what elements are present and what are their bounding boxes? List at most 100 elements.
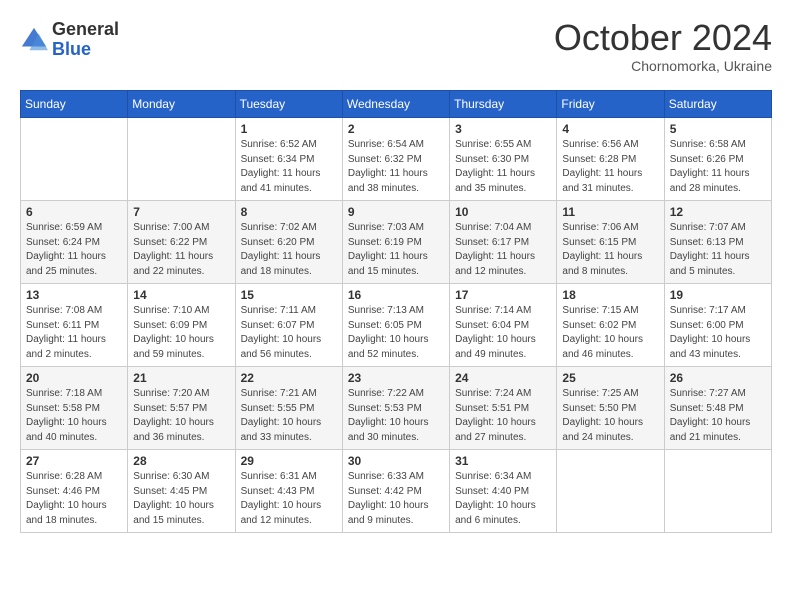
calendar-cell: 6Sunrise: 6:59 AM Sunset: 6:24 PM Daylig… bbox=[21, 201, 128, 284]
title-block: October 2024 Chornomorka, Ukraine bbox=[554, 20, 772, 74]
calendar-cell: 21 Sunrise: 7:20 AM Sunset: 5:57 PM Dayli… bbox=[128, 367, 235, 450]
calendar-cell: 4 Sunrise: 6:56 AM Sunset: 6:28 PM Daylig… bbox=[557, 118, 664, 201]
calendar-cell: 30Sunrise: 6:33 AM Sunset: 4:42 PM Dayli… bbox=[342, 450, 449, 533]
day-info: Sunrise: 7:06 AM Sunset: 6:15 PM Dayligh… bbox=[562, 221, 658, 279]
calendar-cell: 15Sunrise: 7:11 AM Sunset: 6:07 PM Dayli… bbox=[235, 284, 342, 367]
calendar-cell: 16 Sunrise: 7:13 AM Sunset: 6:05 PM Dayli… bbox=[342, 284, 449, 367]
calendar-cell: 13 Sunrise: 7:08 AM Sunset: 6:11 PM Dayli… bbox=[21, 284, 128, 367]
logo-text: General Blue bbox=[52, 20, 119, 60]
logo-icon bbox=[20, 26, 48, 54]
calendar-cell: 1 Sunrise: 6:52 AM Sunset: 6:34 PM Daylig… bbox=[235, 118, 342, 201]
calendar-cell bbox=[664, 450, 771, 533]
calendar-cell: 23 Sunrise: 7:22 AM Sunset: 5:53 PM Dayli… bbox=[342, 367, 449, 450]
day-number: 1 bbox=[241, 122, 337, 136]
calendar-cell: 2Sunrise: 6:54 AM Sunset: 6:32 PM Daylig… bbox=[342, 118, 449, 201]
calendar-cell: 8 Sunrise: 7:02 AM Sunset: 6:20 PM Daylig… bbox=[235, 201, 342, 284]
weekday-header: Tuesday bbox=[235, 91, 342, 118]
day-info: Sunrise: 6:28 AM Sunset: 4:46 PM Dayligh… bbox=[26, 470, 122, 528]
day-info: Sunrise: 6:52 AM Sunset: 6:34 PM Dayligh… bbox=[241, 138, 337, 196]
calendar-cell: 25 Sunrise: 7:25 AM Sunset: 5:50 PM Dayli… bbox=[557, 367, 664, 450]
calendar-cell: 9Sunrise: 7:03 AM Sunset: 6:19 PM Daylig… bbox=[342, 201, 449, 284]
day-info: Sunrise: 7:18 AM Sunset: 5:58 PM Dayligh… bbox=[26, 387, 122, 445]
calendar-cell: 31Sunrise: 6:34 AM Sunset: 4:40 PM Dayli… bbox=[450, 450, 557, 533]
day-info: Sunrise: 6:34 AM Sunset: 4:40 PM Dayligh… bbox=[455, 470, 551, 528]
day-number: 16 bbox=[348, 288, 444, 302]
calendar-week-row: 6Sunrise: 6:59 AM Sunset: 6:24 PM Daylig… bbox=[21, 201, 772, 284]
calendar-cell: 28 Sunrise: 6:30 AM Sunset: 4:45 PM Dayli… bbox=[128, 450, 235, 533]
day-number: 12 bbox=[670, 205, 766, 219]
day-info: Sunrise: 6:31 AM Sunset: 4:43 PM Dayligh… bbox=[241, 470, 337, 528]
calendar-cell: 12 Sunrise: 7:07 AM Sunset: 6:13 PM Dayli… bbox=[664, 201, 771, 284]
calendar-cell: 11 Sunrise: 7:06 AM Sunset: 6:15 PM Dayli… bbox=[557, 201, 664, 284]
day-info: Sunrise: 7:10 AM Sunset: 6:09 PM Dayligh… bbox=[133, 304, 229, 362]
day-info: Sunrise: 7:15 AM Sunset: 6:02 PM Dayligh… bbox=[562, 304, 658, 362]
calendar-cell bbox=[128, 118, 235, 201]
calendar-cell: 29 Sunrise: 6:31 AM Sunset: 4:43 PM Dayli… bbox=[235, 450, 342, 533]
calendar-cell: 17 Sunrise: 7:14 AM Sunset: 6:04 PM Dayli… bbox=[450, 284, 557, 367]
calendar-cell: 24Sunrise: 7:24 AM Sunset: 5:51 PM Dayli… bbox=[450, 367, 557, 450]
day-info: Sunrise: 7:02 AM Sunset: 6:20 PM Dayligh… bbox=[241, 221, 337, 279]
day-number: 13 bbox=[26, 288, 122, 302]
day-info: Sunrise: 6:56 AM Sunset: 6:28 PM Dayligh… bbox=[562, 138, 658, 196]
day-number: 6 bbox=[26, 205, 122, 219]
day-info: Sunrise: 7:04 AM Sunset: 6:17 PM Dayligh… bbox=[455, 221, 551, 279]
calendar-cell: 22 Sunrise: 7:21 AM Sunset: 5:55 PM Dayli… bbox=[235, 367, 342, 450]
weekday-header: Thursday bbox=[450, 91, 557, 118]
day-number: 18 bbox=[562, 288, 658, 302]
weekday-header: Saturday bbox=[664, 91, 771, 118]
calendar-cell: 19Sunrise: 7:17 AM Sunset: 6:00 PM Dayli… bbox=[664, 284, 771, 367]
calendar-cell: 7 Sunrise: 7:00 AM Sunset: 6:22 PM Daylig… bbox=[128, 201, 235, 284]
day-number: 24 bbox=[455, 371, 551, 385]
calendar-cell: 27 Sunrise: 6:28 AM Sunset: 4:46 PM Dayli… bbox=[21, 450, 128, 533]
weekday-header: Sunday bbox=[21, 91, 128, 118]
month-title: October 2024 bbox=[554, 20, 772, 56]
day-info: Sunrise: 7:22 AM Sunset: 5:53 PM Dayligh… bbox=[348, 387, 444, 445]
day-number: 21 bbox=[133, 371, 229, 385]
day-number: 27 bbox=[26, 454, 122, 468]
day-info: Sunrise: 7:08 AM Sunset: 6:11 PM Dayligh… bbox=[26, 304, 122, 362]
page-header: General Blue October 2024 Chornomorka, U… bbox=[20, 20, 772, 74]
weekday-header-row: SundayMondayTuesdayWednesdayThursdayFrid… bbox=[21, 91, 772, 118]
day-number: 10 bbox=[455, 205, 551, 219]
day-info: Sunrise: 7:25 AM Sunset: 5:50 PM Dayligh… bbox=[562, 387, 658, 445]
day-info: Sunrise: 6:58 AM Sunset: 6:26 PM Dayligh… bbox=[670, 138, 766, 196]
day-number: 25 bbox=[562, 371, 658, 385]
calendar-cell: 3Sunrise: 6:55 AM Sunset: 6:30 PM Daylig… bbox=[450, 118, 557, 201]
day-info: Sunrise: 7:13 AM Sunset: 6:05 PM Dayligh… bbox=[348, 304, 444, 362]
calendar-cell: 26 Sunrise: 7:27 AM Sunset: 5:48 PM Dayli… bbox=[664, 367, 771, 450]
calendar-cell: 20 Sunrise: 7:18 AM Sunset: 5:58 PM Dayli… bbox=[21, 367, 128, 450]
day-number: 17 bbox=[455, 288, 551, 302]
weekday-header: Wednesday bbox=[342, 91, 449, 118]
day-number: 23 bbox=[348, 371, 444, 385]
day-number: 28 bbox=[133, 454, 229, 468]
day-info: Sunrise: 6:55 AM Sunset: 6:30 PM Dayligh… bbox=[455, 138, 551, 196]
day-number: 4 bbox=[562, 122, 658, 136]
day-info: Sunrise: 7:21 AM Sunset: 5:55 PM Dayligh… bbox=[241, 387, 337, 445]
logo: General Blue bbox=[20, 20, 119, 60]
day-info: Sunrise: 7:17 AM Sunset: 6:00 PM Dayligh… bbox=[670, 304, 766, 362]
calendar-cell bbox=[21, 118, 128, 201]
day-number: 8 bbox=[241, 205, 337, 219]
day-number: 20 bbox=[26, 371, 122, 385]
day-info: Sunrise: 7:11 AM Sunset: 6:07 PM Dayligh… bbox=[241, 304, 337, 362]
day-info: Sunrise: 7:20 AM Sunset: 5:57 PM Dayligh… bbox=[133, 387, 229, 445]
day-number: 11 bbox=[562, 205, 658, 219]
day-info: Sunrise: 6:30 AM Sunset: 4:45 PM Dayligh… bbox=[133, 470, 229, 528]
day-number: 26 bbox=[670, 371, 766, 385]
calendar-week-row: 1 Sunrise: 6:52 AM Sunset: 6:34 PM Daylig… bbox=[21, 118, 772, 201]
day-info: Sunrise: 6:54 AM Sunset: 6:32 PM Dayligh… bbox=[348, 138, 444, 196]
day-info: Sunrise: 7:14 AM Sunset: 6:04 PM Dayligh… bbox=[455, 304, 551, 362]
calendar-table: SundayMondayTuesdayWednesdayThursdayFrid… bbox=[20, 90, 772, 533]
calendar-cell: 14 Sunrise: 7:10 AM Sunset: 6:09 PM Dayli… bbox=[128, 284, 235, 367]
day-number: 29 bbox=[241, 454, 337, 468]
day-number: 30 bbox=[348, 454, 444, 468]
day-info: Sunrise: 7:07 AM Sunset: 6:13 PM Dayligh… bbox=[670, 221, 766, 279]
day-number: 5 bbox=[670, 122, 766, 136]
day-number: 7 bbox=[133, 205, 229, 219]
day-info: Sunrise: 7:00 AM Sunset: 6:22 PM Dayligh… bbox=[133, 221, 229, 279]
day-number: 14 bbox=[133, 288, 229, 302]
day-info: Sunrise: 7:27 AM Sunset: 5:48 PM Dayligh… bbox=[670, 387, 766, 445]
day-info: Sunrise: 7:03 AM Sunset: 6:19 PM Dayligh… bbox=[348, 221, 444, 279]
calendar-cell: 10 Sunrise: 7:04 AM Sunset: 6:17 PM Dayli… bbox=[450, 201, 557, 284]
day-number: 22 bbox=[241, 371, 337, 385]
